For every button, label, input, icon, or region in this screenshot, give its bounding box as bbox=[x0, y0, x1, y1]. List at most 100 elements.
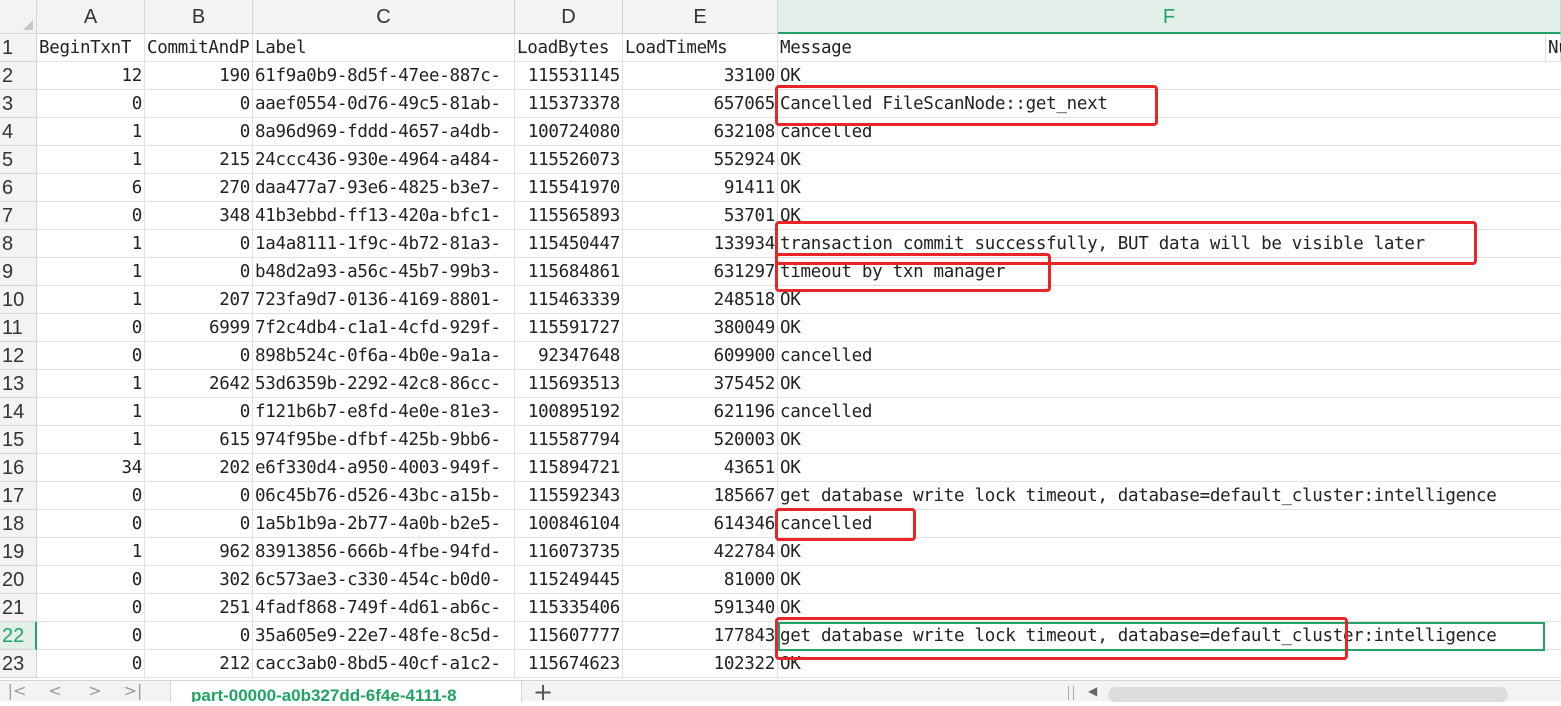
cell-a-row-17[interactable]: 0 bbox=[37, 482, 145, 510]
cell-e-row-16[interactable]: 43651 bbox=[623, 454, 778, 482]
cell-f-row-8[interactable]: transaction commit successfully, BUT dat… bbox=[778, 230, 1561, 258]
cell-c-row-22[interactable]: 35a605e9-22e7-48fe-8c5d- bbox=[253, 622, 515, 650]
cell-b-row-6[interactable]: 270 bbox=[145, 174, 253, 202]
cell-d-row-7[interactable]: 115565893 bbox=[515, 202, 623, 230]
row-header-2[interactable]: 2 bbox=[0, 62, 37, 90]
cell-c-row-21[interactable]: 4fadf868-749f-4d61-ab6c- bbox=[253, 594, 515, 622]
row-header-18[interactable]: 18 bbox=[0, 510, 37, 538]
cell-a-row-18[interactable]: 0 bbox=[37, 510, 145, 538]
select-all-corner[interactable] bbox=[0, 0, 37, 34]
row-header-6[interactable]: 6 bbox=[0, 174, 37, 202]
column-header-c[interactable]: C bbox=[253, 0, 515, 34]
header-cell-loadbytes[interactable]: LoadBytes bbox=[515, 34, 623, 62]
cell-c-row-2[interactable]: 61f9a0b9-8d5f-47ee-887c- bbox=[253, 62, 515, 90]
cell-a-row-11[interactable]: 0 bbox=[37, 314, 145, 342]
cell-f-row-9[interactable]: timeout by txn manager bbox=[778, 258, 1561, 286]
cell-e-row-23[interactable]: 102322 bbox=[623, 650, 778, 678]
cell-f-row-5[interactable]: OK bbox=[778, 146, 1561, 174]
scroll-splitter[interactable] bbox=[1068, 686, 1074, 700]
cell-a-row-4[interactable]: 1 bbox=[37, 118, 145, 146]
cell-f-row-21[interactable]: OK bbox=[778, 594, 1561, 622]
cell-c-row-20[interactable]: 6c573ae3-c330-454c-b0d0- bbox=[253, 566, 515, 594]
row-header-11[interactable]: 11 bbox=[0, 314, 37, 342]
header-cell-begintxnt[interactable]: BeginTxnT bbox=[37, 34, 145, 62]
column-header-b[interactable]: B bbox=[145, 0, 253, 34]
cell-d-row-3[interactable]: 115373378 bbox=[515, 90, 623, 118]
cell-a-row-23[interactable]: 0 bbox=[37, 650, 145, 678]
cell-e-row-7[interactable]: 53701 bbox=[623, 202, 778, 230]
header-cell-label[interactable]: Label bbox=[253, 34, 515, 62]
cell-d-row-14[interactable]: 100895192 bbox=[515, 398, 623, 426]
header-cell-loadtimems[interactable]: LoadTimeMs bbox=[623, 34, 778, 62]
cell-a-row-22[interactable]: 0 bbox=[37, 622, 145, 650]
cell-b-row-4[interactable]: 0 bbox=[145, 118, 253, 146]
cell-e-row-3[interactable]: 657065 bbox=[623, 90, 778, 118]
row-header-21[interactable]: 21 bbox=[0, 594, 37, 622]
cell-f-row-14[interactable]: cancelled bbox=[778, 398, 1561, 426]
cell-f-row-13[interactable]: OK bbox=[778, 370, 1561, 398]
row-header-22[interactable]: 22 bbox=[0, 622, 37, 650]
scroll-left-arrow-icon[interactable]: ◀ bbox=[1088, 681, 1097, 702]
cell-c-row-5[interactable]: 24ccc436-930e-4964-a484- bbox=[253, 146, 515, 174]
cell-a-row-16[interactable]: 34 bbox=[37, 454, 145, 482]
cell-d-row-12[interactable]: 92347648 bbox=[515, 342, 623, 370]
cell-e-row-9[interactable]: 631297 bbox=[623, 258, 778, 286]
column-header-a[interactable]: A bbox=[37, 0, 145, 34]
row-header-23[interactable]: 23 bbox=[0, 650, 37, 678]
row-header-8[interactable]: 8 bbox=[0, 230, 37, 258]
cell-a-row-21[interactable]: 0 bbox=[37, 594, 145, 622]
cell-a-row-15[interactable]: 1 bbox=[37, 426, 145, 454]
cell-c-row-7[interactable]: 41b3ebbd-ff13-420a-bfc1- bbox=[253, 202, 515, 230]
cell-d-row-6[interactable]: 115541970 bbox=[515, 174, 623, 202]
cell-e-row-12[interactable]: 609900 bbox=[623, 342, 778, 370]
cell-d-row-13[interactable]: 115693513 bbox=[515, 370, 623, 398]
row-header-16[interactable]: 16 bbox=[0, 454, 37, 482]
row-header-1[interactable]: 1 bbox=[0, 34, 37, 62]
sheet-tab-active[interactable]: part-00000-a0b327dd-6f4e-4111-8 bbox=[170, 681, 522, 702]
cell-b-row-3[interactable]: 0 bbox=[145, 90, 253, 118]
cell-b-row-15[interactable]: 615 bbox=[145, 426, 253, 454]
cell-a-row-10[interactable]: 1 bbox=[37, 286, 145, 314]
row-header-5[interactable]: 5 bbox=[0, 146, 37, 174]
cell-d-row-23[interactable]: 115674623 bbox=[515, 650, 623, 678]
cell-c-row-13[interactable]: 53d6359b-2292-42c8-86cc- bbox=[253, 370, 515, 398]
cell-f-row-15[interactable]: OK bbox=[778, 426, 1561, 454]
cell-e-row-20[interactable]: 81000 bbox=[623, 566, 778, 594]
cell-f-row-19[interactable]: OK bbox=[778, 538, 1561, 566]
cell-a-row-8[interactable]: 1 bbox=[37, 230, 145, 258]
row-header-10[interactable]: 10 bbox=[0, 286, 37, 314]
cell-c-row-3[interactable]: aaef0554-0d76-49c5-81ab- bbox=[253, 90, 515, 118]
cell-a-row-9[interactable]: 1 bbox=[37, 258, 145, 286]
cell-b-row-12[interactable]: 0 bbox=[145, 342, 253, 370]
cell-e-row-4[interactable]: 632108 bbox=[623, 118, 778, 146]
cell-d-row-10[interactable]: 115463339 bbox=[515, 286, 623, 314]
cell-d-row-9[interactable]: 115684861 bbox=[515, 258, 623, 286]
cell-e-row-2[interactable]: 33100 bbox=[623, 62, 778, 90]
cell-c-row-15[interactable]: 974f95be-dfbf-425b-9bb6- bbox=[253, 426, 515, 454]
cell-f-row-23[interactable]: OK bbox=[778, 650, 1561, 678]
cell-f-row-20[interactable]: OK bbox=[778, 566, 1561, 594]
cell-c-row-18[interactable]: 1a5b1b9a-2b77-4a0b-b2e5- bbox=[253, 510, 515, 538]
cell-e-row-13[interactable]: 375452 bbox=[623, 370, 778, 398]
cell-f-row-2[interactable]: OK bbox=[778, 62, 1561, 90]
row-header-15[interactable]: 15 bbox=[0, 426, 37, 454]
row-header-4[interactable]: 4 bbox=[0, 118, 37, 146]
cell-b-row-7[interactable]: 348 bbox=[145, 202, 253, 230]
cell-c-row-12[interactable]: 898b524c-0f6a-4b0e-9a1a- bbox=[253, 342, 515, 370]
cell-e-row-21[interactable]: 591340 bbox=[623, 594, 778, 622]
cell-e-row-22[interactable]: 177843 bbox=[623, 622, 778, 650]
row-header-3[interactable]: 3 bbox=[0, 90, 37, 118]
cell-b-row-11[interactable]: 6999 bbox=[145, 314, 253, 342]
cell-e-row-14[interactable]: 621196 bbox=[623, 398, 778, 426]
cell-f-row-17[interactable]: get database write lock timeout, databas… bbox=[778, 482, 1561, 510]
cell-b-row-21[interactable]: 251 bbox=[145, 594, 253, 622]
cell-b-row-22[interactable]: 0 bbox=[145, 622, 253, 650]
row-header-13[interactable]: 13 bbox=[0, 370, 37, 398]
cell-d-row-16[interactable]: 115894721 bbox=[515, 454, 623, 482]
cell-f-row-6[interactable]: OK bbox=[778, 174, 1561, 202]
cell-e-row-18[interactable]: 614346 bbox=[623, 510, 778, 538]
column-header-e[interactable]: E bbox=[623, 0, 778, 34]
cell-d-row-22[interactable]: 115607777 bbox=[515, 622, 623, 650]
cell-e-row-8[interactable]: 133934 bbox=[623, 230, 778, 258]
cell-b-row-18[interactable]: 0 bbox=[145, 510, 253, 538]
